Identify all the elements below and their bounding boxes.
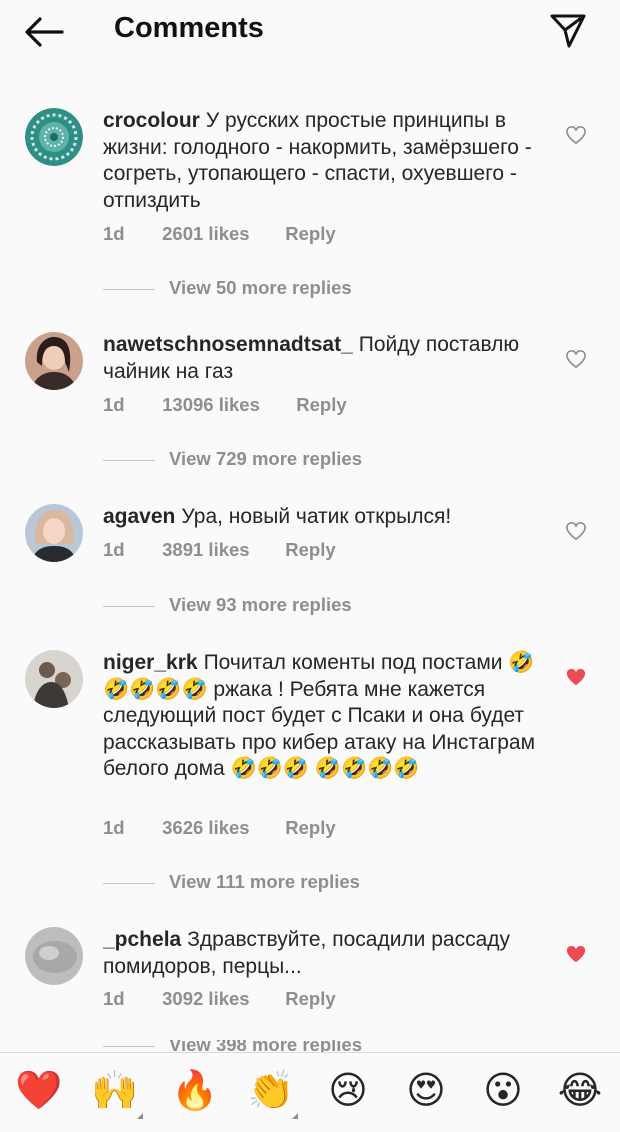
divider-line bbox=[103, 288, 155, 290]
comment-meta: 1d 2601 likes Reply bbox=[103, 223, 336, 245]
send-icon[interactable] bbox=[548, 10, 588, 50]
view-replies-label[interactable]: View 111 more replies bbox=[169, 871, 360, 892]
comment-text: crocolour У русских простые принципы в жи… bbox=[103, 108, 543, 214]
skin-tone-indicator-icon bbox=[137, 1113, 143, 1119]
crying-face-emoji-button[interactable]: 😢 bbox=[323, 1067, 373, 1113]
comment-meta: 1d 3092 likes Reply bbox=[103, 988, 336, 1010]
reply-button[interactable]: Reply bbox=[285, 539, 335, 561]
view-replies-link[interactable]: View 93 more replies bbox=[103, 594, 352, 616]
comment-body: Ура, новый чатик открылся! bbox=[181, 505, 452, 528]
heart-outline-icon[interactable] bbox=[565, 125, 587, 145]
comment-text: niger_krk Почитал коменты под постами 🤣🤣🤣… bbox=[103, 650, 543, 783]
likes-count[interactable]: 3891 likes bbox=[162, 539, 280, 561]
comment-meta: 1d 3626 likes Reply bbox=[103, 817, 336, 839]
likes-count[interactable]: 2601 likes bbox=[162, 223, 280, 245]
comment-meta: 1d 3891 likes Reply bbox=[103, 539, 336, 561]
fire-emoji-button[interactable]: 🔥 bbox=[170, 1067, 220, 1113]
surprised-face-emoji-button[interactable]: 😮 bbox=[478, 1067, 528, 1113]
comment-text: agaven Ура, новый чатик открылся! bbox=[103, 504, 543, 531]
view-replies-label[interactable]: View 50 more replies bbox=[169, 277, 352, 298]
red-heart-emoji-button[interactable]: ❤️ bbox=[14, 1067, 64, 1113]
comment-username[interactable]: _pchela bbox=[103, 928, 181, 951]
heart-filled-icon[interactable] bbox=[565, 944, 587, 964]
view-replies-link[interactable]: View 729 more replies bbox=[103, 448, 362, 470]
comment-time: 1d bbox=[103, 223, 125, 244]
avatar[interactable] bbox=[25, 108, 83, 166]
divider-line bbox=[103, 605, 155, 607]
reply-button[interactable]: Reply bbox=[285, 988, 335, 1010]
likes-count[interactable]: 3092 likes bbox=[162, 988, 280, 1010]
comment-time: 1d bbox=[103, 394, 125, 415]
divider-line bbox=[103, 459, 155, 461]
reply-button[interactable]: Reply bbox=[296, 394, 346, 416]
comment-text: _pchela Здравствуйте, посадили рассаду по… bbox=[103, 927, 543, 980]
divider-line bbox=[103, 1045, 155, 1047]
heart-outline-icon[interactable] bbox=[565, 349, 587, 369]
header: Comments bbox=[0, 0, 620, 60]
heart-outline-icon[interactable] bbox=[565, 521, 587, 541]
clapping-hands-emoji-button[interactable]: 👏 bbox=[246, 1067, 296, 1113]
comment-meta: 1d 13096 likes Reply bbox=[103, 394, 347, 416]
avatar[interactable] bbox=[25, 650, 83, 708]
likes-count[interactable]: 3626 likes bbox=[162, 817, 280, 839]
heart-filled-icon[interactable] bbox=[565, 667, 587, 687]
view-replies-link[interactable]: View 111 more replies bbox=[103, 871, 360, 893]
page-title: Comments bbox=[114, 12, 264, 44]
skin-tone-indicator-icon bbox=[292, 1113, 298, 1119]
comment-time: 1d bbox=[103, 817, 125, 838]
view-replies-label[interactable]: View 93 more replies bbox=[169, 594, 352, 615]
comment-username[interactable]: agaven bbox=[103, 505, 175, 528]
avatar[interactable] bbox=[25, 504, 83, 562]
raising-hands-emoji-button[interactable]: 🙌 bbox=[90, 1067, 140, 1113]
view-replies-link[interactable]: View 50 more replies bbox=[103, 277, 352, 299]
reply-button[interactable]: Reply bbox=[285, 817, 335, 839]
comment-username[interactable]: nawetschnosemnadtsat_ bbox=[103, 333, 353, 356]
divider-line bbox=[103, 882, 155, 884]
comment-time: 1d bbox=[103, 988, 125, 1009]
comment-text: nawetschnosemnadtsat_ Пойду поставлю чайн… bbox=[103, 332, 543, 385]
avatar[interactable] bbox=[25, 332, 83, 390]
quick-reaction-bar: ❤️ 🙌 🔥 👏 😢 😍 😮 😂 bbox=[0, 1052, 620, 1132]
heart-eyes-emoji-button[interactable]: 😍 bbox=[401, 1067, 451, 1113]
tears-of-joy-emoji-button[interactable]: 😂 bbox=[555, 1067, 605, 1113]
comment-time: 1d bbox=[103, 539, 125, 560]
likes-count[interactable]: 13096 likes bbox=[162, 394, 291, 416]
avatar[interactable] bbox=[25, 927, 83, 985]
comment-username[interactable]: niger_krk bbox=[103, 651, 198, 674]
comment-username[interactable]: crocolour bbox=[103, 109, 200, 132]
back-arrow-icon[interactable] bbox=[22, 14, 66, 50]
view-replies-label[interactable]: View 729 more replies bbox=[169, 448, 362, 469]
reply-button[interactable]: Reply bbox=[285, 223, 335, 245]
